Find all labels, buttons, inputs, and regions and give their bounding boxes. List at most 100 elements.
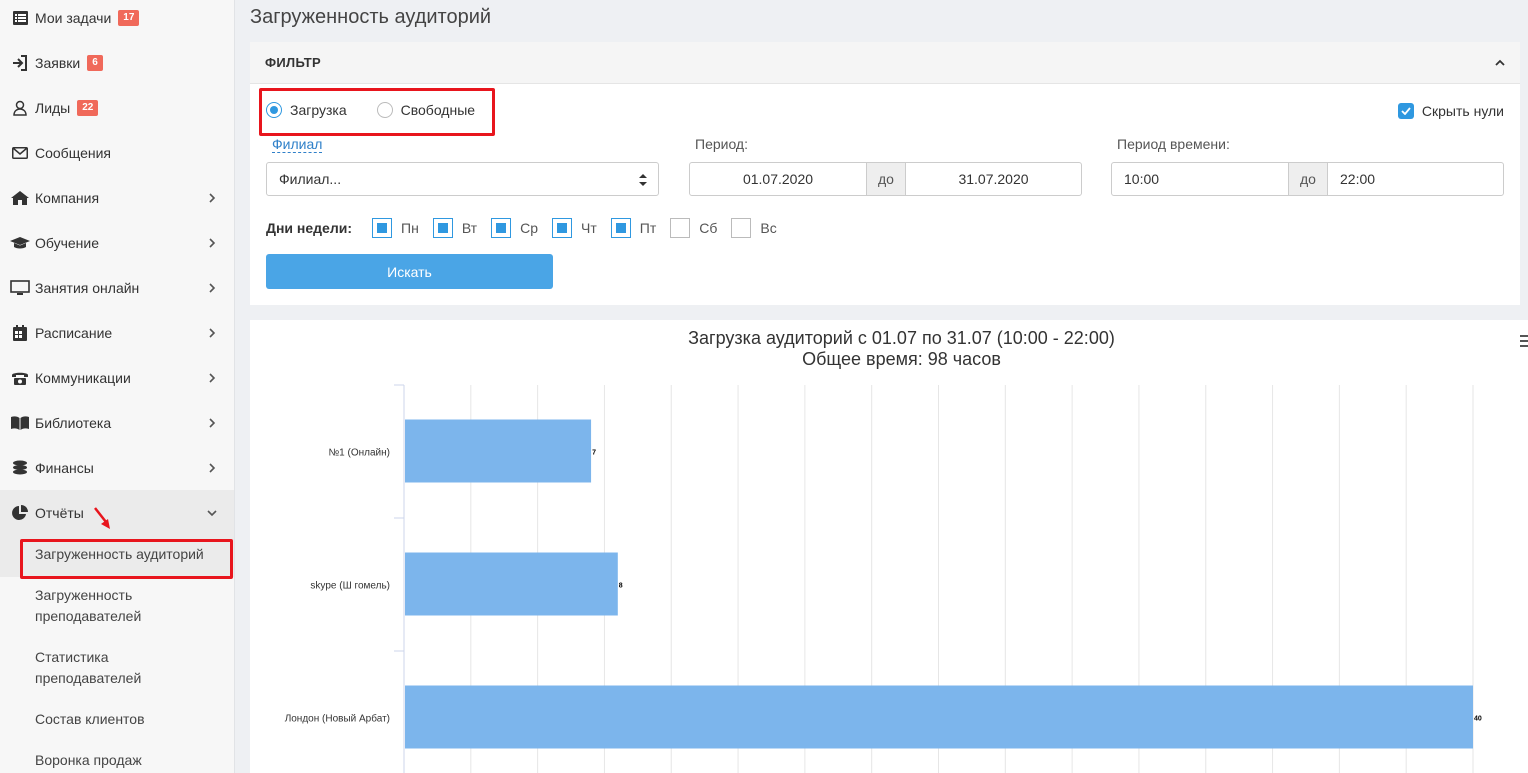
sidebar-item-label: Обучение <box>35 234 100 251</box>
page-title: Загруженность аудиторий <box>250 6 492 28</box>
sidebar-item-messages[interactable]: Сообщения <box>0 130 234 175</box>
bar <box>405 552 618 616</box>
checkbox[interactable] <box>372 218 393 238</box>
sidebar-item-label: Отчёты <box>35 504 84 521</box>
radio-free-label[interactable]: Свободные <box>401 102 475 118</box>
weekday-mon[interactable]: Пн <box>372 218 419 238</box>
time-separator: до <box>1288 163 1328 195</box>
envelope-icon <box>10 144 30 162</box>
mode-radio-group: Загрузка Свободные <box>266 102 475 118</box>
period-separator: до <box>866 163 906 195</box>
chevron-right-icon <box>209 192 216 203</box>
chart-panel: Загрузка аудиторий с 01.07 по 31.07 (10:… <box>250 320 1528 773</box>
sidebar-item-label: Лиды <box>35 99 71 116</box>
bar <box>405 685 1473 749</box>
data-label: 7 <box>592 450 596 457</box>
radio-load-label[interactable]: Загрузка <box>290 102 347 118</box>
time-period-label: Период времени: <box>1117 136 1230 152</box>
sidebar-subitem-sales-funnel[interactable]: Воронка продаж <box>35 750 142 771</box>
weekday-sat[interactable]: Сб <box>670 218 717 238</box>
chevron-right-icon <box>209 282 216 293</box>
phone-icon <box>10 369 30 387</box>
branch-select-value: Филиал... <box>279 171 342 187</box>
sidebar-subitem-teacher-load[interactable]: Загруженность преподавателей <box>35 585 185 627</box>
checkbox[interactable] <box>610 218 631 238</box>
filter-panel: ФИЛЬТР Загрузка Свободные Скрыть нули Фи… <box>250 42 1520 305</box>
weekday-sun[interactable]: Вс <box>731 218 777 238</box>
filter-header[interactable]: ФИЛЬТР <box>250 42 1520 84</box>
weekday-fri[interactable]: Пт <box>610 218 656 238</box>
weekday-thu[interactable]: Чт <box>552 218 597 238</box>
hide-zeros-label: Скрыть нули <box>1421 103 1504 119</box>
count-badge: 6 <box>87 54 103 71</box>
checkbox[interactable] <box>491 218 512 238</box>
list-icon <box>10 9 30 27</box>
sidebar-item-education[interactable]: Обучение <box>0 220 234 265</box>
chevron-right-icon <box>209 237 216 248</box>
sidebar-subitem-room-load[interactable]: Загруженность аудиторий <box>35 544 204 565</box>
sidebar-item-online-lessons[interactable]: Занятия онлайн <box>0 265 234 310</box>
period-to-input[interactable]: 31.07.2020 <box>906 163 1081 195</box>
sidebar-item-company[interactable]: Компания <box>0 175 234 220</box>
hide-zeros-checkbox[interactable]: Скрыть нули <box>1397 103 1504 119</box>
weekday-label: Сб <box>699 220 718 236</box>
sidebar-item-leads[interactable]: Лиды 22 <box>0 85 234 130</box>
chevron-right-icon <box>209 417 216 428</box>
monitor-icon <box>10 279 30 297</box>
branch-select[interactable]: Филиал... <box>266 162 659 196</box>
sidebar-item-label: Библиотека <box>35 414 112 431</box>
weekdays-row: Дни недели: Пн Вт Ср Чт Пт Сб Вс <box>266 218 791 238</box>
sign-in-icon <box>10 54 30 72</box>
chevron-right-icon <box>209 462 216 473</box>
sidebar-item-label: Занятия онлайн <box>35 279 140 296</box>
weekday-label: Ср <box>520 220 539 236</box>
category-label: №1 (Онлайн) <box>328 448 390 459</box>
sidebar-item-communications[interactable]: Коммуникации <box>0 355 234 400</box>
time-from-input[interactable]: 10:00 <box>1112 163 1288 195</box>
chevron-down-icon <box>207 509 217 516</box>
checkbox[interactable] <box>432 218 453 238</box>
checkbox[interactable] <box>552 218 573 238</box>
data-label: 40 <box>1474 716 1482 723</box>
sidebar-item-label: Коммуникации <box>35 369 131 386</box>
sidebar-item-library[interactable]: Библиотека <box>0 400 234 445</box>
sidebar-item-label: Заявки <box>35 54 81 71</box>
book-icon <box>10 414 30 432</box>
category-label: Лондон (Новый Арбат) <box>285 713 390 725</box>
sidebar-item-finance[interactable]: Финансы <box>0 445 234 490</box>
weekday-tue[interactable]: Вт <box>432 218 478 238</box>
sidebar-item-label: Финансы <box>35 459 94 476</box>
time-to-input[interactable]: 22:00 <box>1328 163 1503 195</box>
period-label: Период: <box>695 136 748 152</box>
graduation-cap-icon <box>10 234 30 252</box>
weekday-wed[interactable]: Ср <box>491 218 538 238</box>
select-arrows-icon <box>639 174 647 186</box>
branch-label-link[interactable]: Филиал <box>272 136 323 153</box>
calendar-icon <box>10 324 30 342</box>
sidebar-item-label: Компания <box>35 189 100 206</box>
sidebar-subitem-client-structure[interactable]: Состав клиентов <box>35 709 145 730</box>
checkbox-checked[interactable] <box>1397 103 1414 119</box>
radio-free[interactable] <box>376 102 393 118</box>
weekdays-label: Дни недели: <box>266 220 353 236</box>
count-badge: 17 <box>118 9 140 26</box>
weekday-label: Вс <box>760 220 777 236</box>
sidebar-item-schedule[interactable]: Расписание <box>0 310 234 355</box>
sidebar-subitem-teacher-stats[interactable]: Статистика преподавателей <box>35 647 185 689</box>
sidebar-item-requests[interactable]: Заявки 6 <box>0 40 234 85</box>
checkbox[interactable] <box>731 218 752 238</box>
count-badge: 22 <box>77 99 99 116</box>
search-button[interactable]: Искать <box>266 254 553 289</box>
sidebar-item-reports[interactable]: Отчёты <box>0 490 234 535</box>
checkbox[interactable] <box>670 218 691 238</box>
home-icon <box>10 189 30 207</box>
weekday-label: Вт <box>461 220 478 236</box>
sidebar-item-my-tasks[interactable]: Мои задачи 17 <box>0 0 234 40</box>
red-arrow-annotation <box>94 507 110 529</box>
bar-chart: №1 (Онлайн) 7 skype (Ш гомель) 8 Лондон (Нов… <box>285 384 1482 773</box>
sidebar-item-label: Мои задачи <box>35 9 112 26</box>
user-icon <box>10 99 30 117</box>
chevron-up-icon[interactable] <box>1494 57 1506 69</box>
period-from-input[interactable]: 01.07.2020 <box>690 163 866 195</box>
radio-load[interactable] <box>266 102 282 118</box>
